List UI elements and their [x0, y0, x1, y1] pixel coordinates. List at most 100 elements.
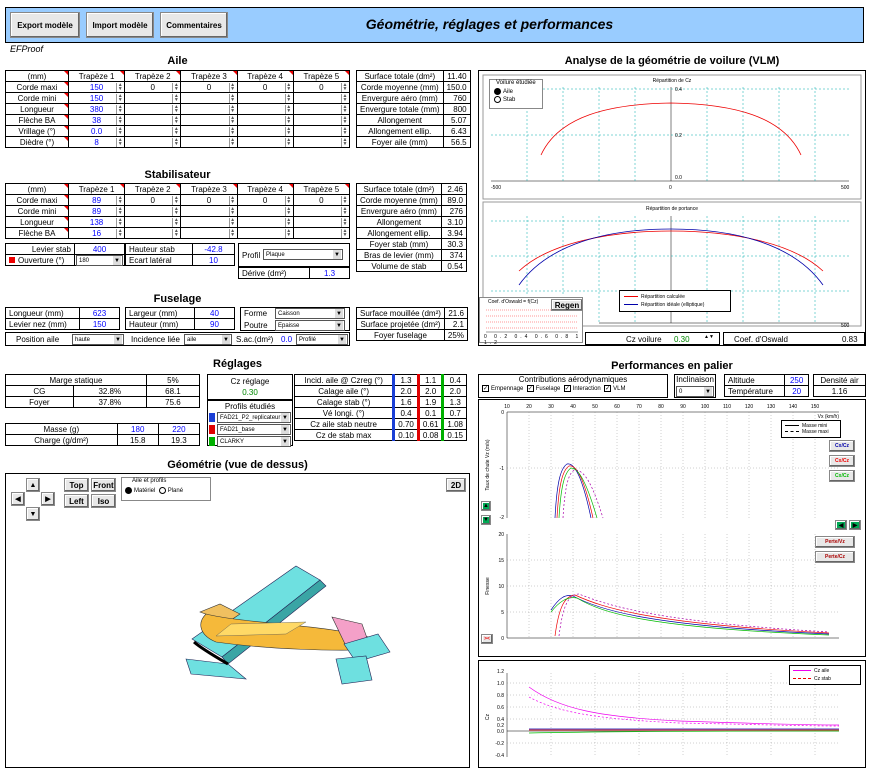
marge-value[interactable]: 5% [145, 374, 201, 386]
table-cell[interactable]: ▲ ▼ [236, 125, 294, 137]
scroll-right-icon[interactable]: ▶ [849, 520, 861, 530]
profile-select[interactable]: CLARKY [217, 436, 291, 447]
spinner-icon[interactable]: ▲ ▼ [172, 127, 179, 136]
table-cell[interactable]: 0.0 ▲ ▼ [67, 125, 126, 137]
position-aile-select[interactable]: haute [72, 334, 124, 345]
fus-forme-select[interactable]: Caisson [275, 308, 345, 319]
spinner-icon[interactable]: ▲ ▼ [284, 83, 292, 92]
table-cell[interactable]: ▲ ▼ [124, 92, 182, 104]
table-cell[interactable]: ▲ ▼ [236, 205, 294, 217]
spinner-icon[interactable]: ▲ ▼ [172, 94, 179, 103]
table-cell[interactable]: 0 ▲ ▼ [124, 81, 182, 93]
table-cell[interactable]: ▲ ▼ [292, 227, 351, 239]
table-cell[interactable]: 0 ▲ ▼ [292, 194, 351, 206]
spinner-icon[interactable]: ▲ ▼ [172, 83, 179, 92]
stab-profil-select[interactable]: Plaque [263, 249, 343, 260]
derive-value[interactable]: 1.3 [309, 267, 350, 279]
table-cell[interactable]: ▲ ▼ [124, 103, 182, 115]
spinner-icon[interactable]: ▲ ▼ [116, 138, 123, 147]
spinner-icon[interactable]: ▲ ▼ [172, 196, 179, 205]
table-cell[interactable]: 89 ▲ ▼ [67, 194, 126, 206]
profile-select[interactable]: FAD21_P2_replicateur [217, 412, 291, 423]
table-cell[interactable]: 8 ▲ ▼ [67, 136, 126, 148]
cb-vlm-icon[interactable]: ✓ [604, 385, 612, 392]
masse-max[interactable]: 220 [157, 423, 201, 435]
scroll-left-icon[interactable]: ◀ [835, 520, 847, 530]
spinner-icon[interactable]: ▲ ▼ [284, 138, 292, 147]
hauteur-stab-value[interactable]: -42.8 [192, 243, 235, 255]
spinner-icon[interactable]: ▲ ▼ [341, 207, 348, 216]
spinner-icon[interactable]: ▲ ▼ [228, 94, 236, 103]
spinner-icon[interactable]: ▲ ▼ [116, 94, 123, 103]
ecart-value[interactable]: 10 [192, 254, 235, 266]
cz-reglage-value[interactable]: 0.30 [208, 388, 292, 397]
profile-select[interactable]: FAD21_base [217, 424, 291, 435]
spinner-icon[interactable]: ▲ ▼ [228, 207, 236, 216]
regen-button[interactable]: Regen [551, 299, 583, 311]
table-cell[interactable]: ▲ ▼ [124, 125, 182, 137]
cb-interaction-icon[interactable]: ✓ [563, 385, 571, 392]
table-cell[interactable]: 0 ▲ ▼ [180, 81, 238, 93]
spinner-icon[interactable]: ▲ ▼ [172, 218, 179, 227]
fus-hauteur-value[interactable]: 90 [194, 318, 235, 330]
table-cell[interactable]: ▲ ▼ [124, 205, 182, 217]
table-cell[interactable]: ▲ ▼ [292, 136, 351, 148]
radio-aile-icon[interactable] [494, 88, 501, 95]
spinner-icon[interactable]: ▲ ▼ [341, 105, 348, 114]
spinner-icon[interactable]: ▲ ▼ [116, 207, 123, 216]
table-cell[interactable]: ▲ ▼ [236, 114, 294, 126]
table-cell[interactable]: ▲ ▼ [124, 136, 182, 148]
table-cell[interactable]: ▲ ▼ [180, 92, 238, 104]
spinner-icon[interactable]: ▲ ▼ [228, 116, 236, 125]
spinner-icon[interactable]: ▲ ▼ [284, 127, 292, 136]
spinner-icon[interactable]: ▲ ▼ [116, 196, 123, 205]
table-cell[interactable]: 380 ▲ ▼ [67, 103, 126, 115]
spinner-icon[interactable]: ▲ ▼ [284, 94, 292, 103]
geometry-3d-viewport[interactable]: ▲ ◀ ▶ ▼ Top Front Left Iso Aile et profi… [5, 473, 470, 768]
table-cell[interactable]: ▲ ▼ [180, 216, 238, 228]
fus-largeur-value[interactable]: 40 [194, 307, 235, 319]
table-cell[interactable]: 16 ▲ ▼ [67, 227, 126, 239]
table-cell[interactable]: ▲ ▼ [292, 114, 351, 126]
spinner-icon[interactable]: ▲ ▼ [116, 229, 123, 238]
table-cell[interactable]: ▲ ▼ [124, 216, 182, 228]
ouverture-select[interactable]: 180 [76, 255, 123, 266]
sac-select[interactable]: Profilé [296, 334, 348, 345]
perte-vz-button[interactable]: Perte/Vz [815, 536, 855, 548]
table-cell[interactable]: ▲ ▼ [180, 136, 238, 148]
table-cell[interactable]: ▲ ▼ [124, 227, 182, 239]
temperature-value[interactable]: 20 [784, 385, 809, 397]
table-cell[interactable]: ▲ ▼ [180, 125, 238, 137]
table-cell[interactable]: ▲ ▼ [236, 216, 294, 228]
spinner-icon[interactable]: ▲ ▼ [172, 105, 179, 114]
spinner-icon[interactable]: ▲ ▼ [284, 207, 292, 216]
table-cell[interactable]: ▲ ▼ [292, 103, 351, 115]
spinner-icon[interactable]: ▲ ▼ [228, 105, 236, 114]
sac-value[interactable]: 0.0 [281, 335, 292, 344]
table-cell[interactable]: 138 ▲ ▼ [67, 216, 126, 228]
cd-button-blue[interactable]: Cx/Cz [829, 440, 855, 452]
reset-zoom-icon[interactable]: >< [481, 634, 493, 644]
masse-min[interactable]: 180 [116, 423, 159, 435]
fus-longueur-value[interactable]: 623 [79, 307, 120, 319]
cz-voilure-spinner-icon[interactable]: ▲▼ [704, 334, 714, 340]
spinner-icon[interactable]: ▲ ▼ [341, 196, 348, 205]
spinner-icon[interactable]: ▲ ▼ [228, 229, 236, 238]
fus-levier-value[interactable]: 150 [79, 318, 120, 330]
cb-fuselage-icon[interactable]: ✓ [526, 385, 534, 392]
spinner-icon[interactable]: ▲ ▼ [116, 105, 123, 114]
table-cell[interactable]: 38 ▲ ▼ [67, 114, 126, 126]
cd-button-green[interactable]: Cx/Cz [829, 470, 855, 482]
table-cell[interactable]: ▲ ▼ [292, 216, 351, 228]
cb-empennage-icon[interactable]: ✓ [482, 385, 489, 392]
table-cell[interactable]: 150 ▲ ▼ [67, 92, 126, 104]
levier-stab-value[interactable]: 400 [74, 243, 125, 255]
altitude-value[interactable]: 250 [784, 374, 809, 386]
radio-stab-icon[interactable] [494, 96, 501, 104]
spinner-icon[interactable]: ▲ ▼ [284, 218, 292, 227]
spinner-icon[interactable]: ▲ ▼ [228, 218, 236, 227]
spinner-icon[interactable]: ▲ ▼ [172, 138, 179, 147]
spinner-icon[interactable]: ▲ ▼ [284, 196, 292, 205]
incidence-select[interactable]: aile [184, 334, 232, 345]
spinner-icon[interactable]: ▲ ▼ [341, 116, 348, 125]
